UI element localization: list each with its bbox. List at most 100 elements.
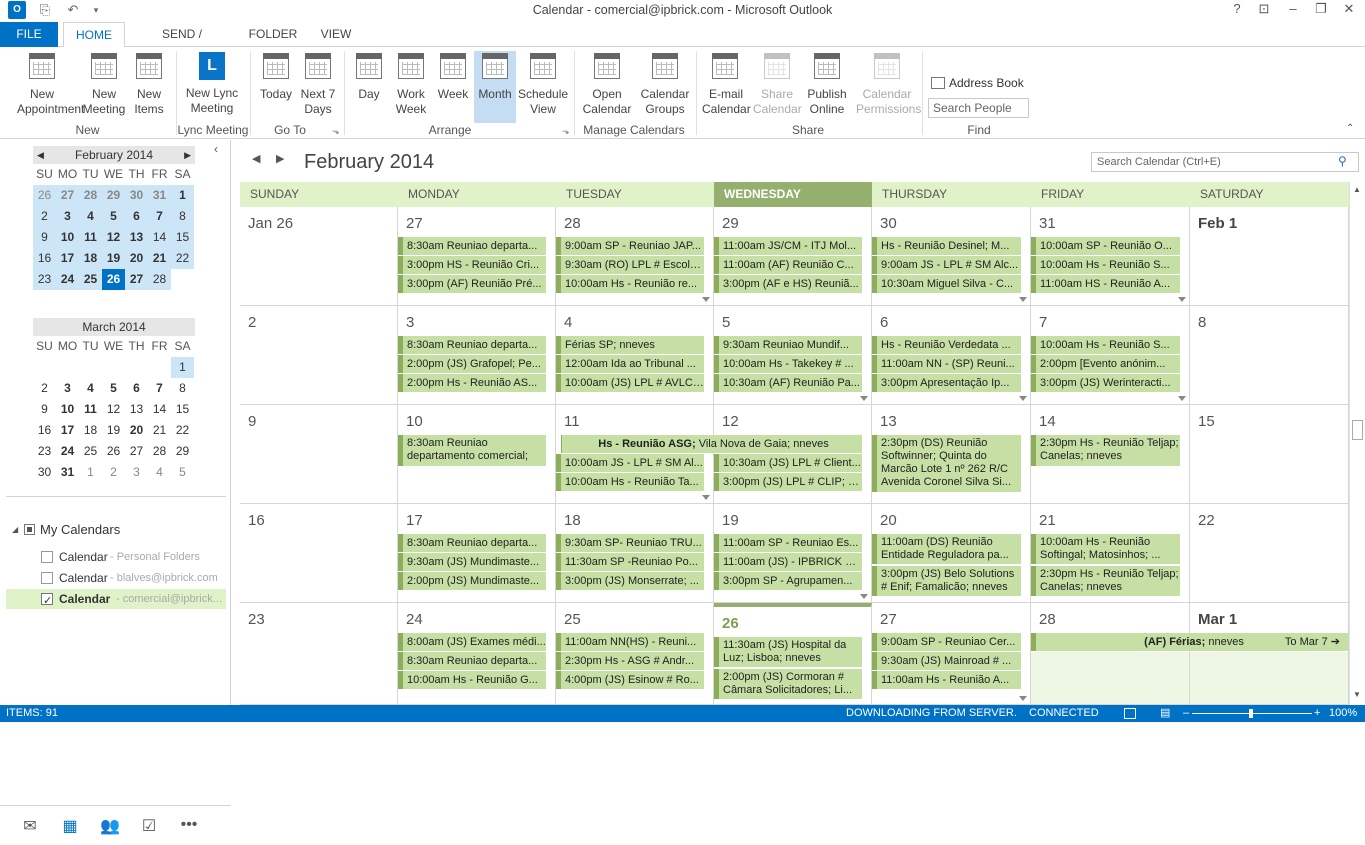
day-cell[interactable]: 29 11:00am JS/CM - ITJ Mol... 11:00am (AF)… [714,207,872,306]
multi-day-event[interactable]: Hs - Reunião ASG; Vila Nova de Gaia; nne… [556,435,862,453]
reading-view-icon[interactable]: ▤ [1160,705,1170,722]
day-cell[interactable]: 31 10:00am SP - Reunião O... 10:00am Hs - … [1031,207,1190,306]
minicalendar-day[interactable]: 26 [102,269,125,290]
minicalendar-day[interactable]: 20 [125,420,148,441]
minicalendar-day[interactable]: 28 [79,185,102,206]
minicalendar-day[interactable]: 16 [33,420,56,441]
new-lync-meeting-button[interactable]: L New Lync Meeting [180,51,244,116]
day-cell[interactable]: 2 [240,306,398,405]
day-cell[interactable]: 21 10:00am Hs - Reunião Softingal; Matosi… [1031,504,1190,603]
new-meeting-button[interactable]: New Meeting [82,51,126,117]
more-items-icon[interactable] [702,495,710,500]
minicalendar-day[interactable]: 25 [79,269,102,290]
day-cell[interactable]: Feb 1 [1190,207,1349,306]
calendar-checkbox[interactable] [41,551,53,563]
day-cell[interactable]: 20 11:00am (DS) Reunião Entidade Regulado… [872,504,1031,603]
more-items-icon[interactable] [860,594,868,599]
minicalendar-day[interactable]: 11 [79,227,102,248]
calendar-permissions-button[interactable]: Calendar Permissions [856,51,921,117]
minicalendar-day[interactable]: 14 [148,399,171,420]
minicalendar-day[interactable]: 29 [171,441,194,462]
day-cell[interactable]: 13 2:30pm (DS) Reunião Softwinner; Quinta… [872,405,1031,504]
today-button[interactable]: Today [255,51,297,102]
next-7-days-button[interactable]: Next 7 Days [298,51,338,117]
minicalendar-day[interactable]: 18 [79,248,102,269]
calendar-item-comercial[interactable]: ✓ Calendar - comercial@ipbrick... [6,589,226,609]
zoom-out-icon[interactable]: – [1183,705,1189,722]
minicalendar-day[interactable]: 27 [125,441,148,462]
next-month-icon[interactable]: ▶ [276,152,284,165]
day-cell[interactable]: Jan 26 [240,207,398,306]
calendar-event[interactable]: Férias SP; nneves [556,336,704,354]
vertical-scrollbar[interactable]: ▲ ▼ [1349,182,1365,705]
collapse-triangle-icon[interactable]: ◢ [12,520,18,540]
minicalendar-day[interactable]: 5 [171,462,194,483]
day-cell[interactable]: 22 [1190,504,1349,603]
prev-month-icon[interactable]: ◀ [37,146,44,164]
dialog-launcher-icon[interactable]: ⬎ [332,126,340,137]
minicalendar-day[interactable]: 10 [56,227,79,248]
minicalendar-day[interactable]: 5 [102,206,125,227]
minicalendar-day[interactable]: 21 [148,420,171,441]
calendar-event[interactable]: 9:30am (JS) Mundimaste... [398,553,546,571]
search-icon[interactable]: ⚲ [1338,154,1347,168]
calendar-event[interactable]: 2:00pm Hs - Reunião AS... [398,374,546,392]
calendar-event[interactable]: 11:00am (DS) Reunião Entidade Reguladora… [872,534,1021,564]
calendar-event[interactable]: 3:00pm SP - Agrupamen... [714,572,862,590]
calendar-checkbox[interactable] [41,572,53,584]
minicalendar-day[interactable]: 24 [56,269,79,290]
group-checkbox[interactable] [24,524,35,535]
collapse-pane-icon[interactable]: ‹ [214,142,218,156]
calendar-event[interactable]: 11:30am (JS) Hospital da Luz; Lisboa; nn… [714,637,862,667]
day-cell[interactable]: 6 Hs - Reunião Verdedata ... 11:00am NN - … [872,306,1031,405]
minicalendar-day[interactable]: 10 [56,399,79,420]
tab-home[interactable]: HOME [63,22,125,48]
calendar-item-blalves[interactable]: Calendar - blalves@ipbrick.com [6,568,226,588]
day-cell[interactable]: 14 2:30pm Hs - Reunião Teljap; Canelas; n… [1031,405,1190,504]
calendar-event[interactable]: 11:00am SP - Reuniao Es... [714,534,862,552]
calendar-event[interactable]: 10:00am (JS) LPL # AVLC ... [556,374,704,392]
day-cell[interactable]: 11 10:00am JS - LPL # SM Al... 10:00am Hs … [556,405,714,504]
calendar-event[interactable]: 3:00pm (AF e HS) Reuniã... [714,275,862,293]
minicalendar-day[interactable]: 22 [171,420,194,441]
zoom-in-icon[interactable]: + [1314,705,1320,722]
calendar-checkbox-checked[interactable]: ✓ [41,593,53,607]
minicalendar-day[interactable]: 15 [171,399,194,420]
minicalendar-day[interactable]: 13 [125,399,148,420]
calendar-event[interactable]: 2:00pm (JS) Cormoran # Câmara Solicitado… [714,669,862,699]
calendar-event[interactable]: 10:00am Hs - Reunião re... [556,275,704,293]
calendar-event[interactable]: 3:00pm (JS) Werinteracti... [1031,374,1180,392]
calendar-event[interactable]: 8:30am Reuniao departa... [398,534,546,552]
minicalendar-day[interactable]: 23 [33,269,56,290]
minicalendar-day[interactable]: 2 [33,378,56,399]
day-cell[interactable]: 19 11:00am SP - Reuniao Es... 11:00am (JS)… [714,504,872,603]
multi-day-event[interactable]: (AF) Férias; nneves To Mar 7 ➔ [1031,633,1348,651]
minicalendar-day[interactable]: 19 [102,248,125,269]
day-cell[interactable]: 26 11:30am (JS) Hospital da Luz; Lisboa; … [714,603,872,705]
new-appointment-button[interactable]: New Appointment [4,51,84,117]
minicalendar-day[interactable]: 26 [102,441,125,462]
minicalendar-day[interactable]: 30 [125,185,148,206]
calendar-event[interactable]: 2:30pm (DS) Reunião Softwinner; Quinta d… [872,435,1021,492]
minicalendar-day[interactable]: 18 [79,420,102,441]
minicalendar-day[interactable]: 1 [79,462,102,483]
more-items-icon[interactable] [1178,297,1186,302]
day-cell[interactable]: 7 10:00am Hs - Reunião S... 2:00pm [Evento… [1031,306,1190,405]
calendar-event[interactable]: 11:00am NN(HS) - Reuni... [556,633,704,651]
month-view-button[interactable]: Month [474,51,516,123]
minicalendar-day[interactable]: 28 [148,269,171,290]
minicalendar-day[interactable]: 12 [102,399,125,420]
day-cell[interactable]: 5 9:30am Reuniao Mundif... 10:00am Hs - Ta… [714,306,872,405]
more-items-icon[interactable] [1019,696,1027,701]
calendar-event[interactable]: 9:30am (RO) LPL # Escola... [556,256,704,274]
calendar-event[interactable]: 10:00am Hs - Reunião S... [1031,336,1180,354]
tasks-icon[interactable]: ☑ [138,816,160,836]
minicalendar-day[interactable]: 1 [171,357,194,378]
minicalendar-day[interactable]: 2 [102,462,125,483]
share-calendar-button[interactable]: Share Calendar [752,51,802,117]
calendar-event[interactable]: 10:00am SP - Reunião O... [1031,237,1180,255]
calendar-event[interactable]: 8:30am Reuniao departa... [398,652,546,670]
more-icon[interactable]: ••• [178,816,200,836]
tab-file[interactable]: FILE [0,22,58,47]
mail-icon[interactable]: ✉ [19,816,41,836]
